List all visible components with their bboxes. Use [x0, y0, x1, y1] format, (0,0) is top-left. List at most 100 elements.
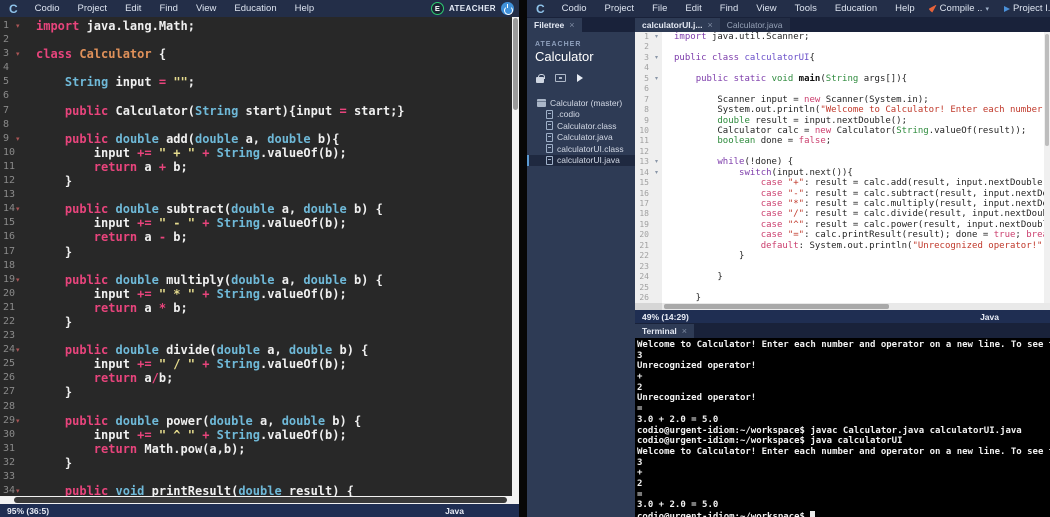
left-menu-items: CodioProjectEditFindViewEducationHelp	[26, 3, 324, 14]
logout-power-icon[interactable]	[501, 2, 514, 15]
tree-item-calculator-class[interactable]: Calculator.class	[527, 120, 635, 132]
filetree-sidebar: Filetree × ATEACHER Calculator Calculato…	[527, 17, 635, 517]
menu-item-edit[interactable]: Edit	[676, 3, 710, 14]
terminal-line: Welcome to Calculator! Enter each number…	[637, 447, 1050, 458]
right-code-editor[interactable]: 1▾import java.util.Scanner;23▾public cla…	[635, 32, 1050, 303]
menu-item-education[interactable]: Education	[826, 3, 886, 14]
filetree-tab[interactable]: Filetree ×	[527, 18, 582, 32]
fold-gutter	[16, 188, 28, 202]
code-line: 32 }	[0, 456, 519, 470]
close-icon[interactable]: ×	[707, 20, 712, 30]
tree-item--codio[interactable]: .codio	[527, 109, 635, 121]
code-line: 1▾import java.util.Scanner;	[635, 32, 1050, 42]
close-icon[interactable]: ×	[569, 20, 574, 30]
fold-gutter	[16, 428, 28, 442]
menu-item-help[interactable]: Help	[286, 3, 324, 14]
fold-arrow-icon[interactable]: ▾	[651, 74, 662, 84]
project-run-button[interactable]: Project I.. ▾	[999, 3, 1050, 14]
right-menu-items: CodioProjectFileEditFindViewToolsEducati…	[553, 3, 924, 14]
code-line: 9 double result = input.nextDouble();	[635, 116, 1050, 126]
code-text: public static void main(String args[]){	[662, 74, 907, 84]
code-text: }	[28, 315, 72, 329]
terminal-line: Unrecognized operator!	[637, 393, 1050, 404]
code-line: 24 }	[635, 272, 1050, 282]
code-text: case "/": result = calc.divide(result, i…	[662, 209, 1050, 219]
fold-arrow-icon[interactable]: ▾	[16, 343, 28, 357]
fold-arrow-icon[interactable]: ▾	[651, 168, 662, 178]
fold-gutter	[16, 61, 28, 75]
code-text	[28, 61, 36, 75]
terminal[interactable]: Welcome to Calculator! Enter each number…	[635, 338, 1050, 517]
right-editor-vscrollbar[interactable]	[1044, 32, 1050, 303]
fold-arrow-icon[interactable]: ▾	[16, 202, 28, 216]
tab-label: Calculator.java	[727, 20, 783, 30]
file-icon	[546, 144, 553, 153]
menu-item-codio[interactable]: Codio	[26, 3, 69, 14]
fold-gutter	[651, 84, 662, 94]
fold-arrow-icon[interactable]: ▾	[16, 47, 28, 61]
menu-item-education[interactable]: Education	[225, 3, 285, 14]
line-number: 21	[635, 241, 651, 251]
tree-item-calculator-java[interactable]: Calculator.java	[527, 132, 635, 144]
menu-item-project[interactable]: Project	[69, 3, 117, 14]
tree-item-calculator-master-[interactable]: Calculator (master)	[527, 97, 635, 109]
line-number: 5	[0, 75, 16, 89]
left-language-mode[interactable]: Java	[445, 506, 464, 516]
compile-button[interactable]: Compile .. ▾	[924, 3, 994, 14]
fold-gutter	[651, 283, 662, 293]
code-line: 21 default: System.out.println("Unrecogn…	[635, 241, 1050, 251]
fold-gutter	[16, 75, 28, 89]
run-play-icon[interactable]	[577, 74, 583, 82]
close-icon[interactable]: ×	[682, 326, 687, 336]
tree-item-calculatorui-class[interactable]: calculatorUI.class	[527, 143, 635, 155]
code-line: 13	[0, 188, 519, 202]
code-text: public double multiply(double a, double …	[28, 273, 383, 287]
editor-tab-calculator-java[interactable]: Calculator.java	[720, 18, 790, 32]
code-line: 15 case "+": result = calc.add(result, i…	[635, 178, 1050, 188]
tree-item-calculatorui-java[interactable]: calculatorUI.java	[527, 155, 635, 167]
fold-arrow-icon[interactable]: ▾	[651, 53, 662, 63]
fold-gutter	[16, 89, 28, 103]
menu-item-file[interactable]: File	[643, 3, 676, 14]
lock-icon[interactable]	[536, 77, 544, 83]
right-editor-hscrollbar[interactable]	[635, 303, 1050, 310]
code-line: 31 return Math.pow(a,b);	[0, 442, 519, 456]
menu-item-find[interactable]: Find	[150, 3, 186, 14]
fold-arrow-icon[interactable]: ▾	[16, 19, 28, 33]
menu-item-view[interactable]: View	[187, 3, 225, 14]
fold-arrow-icon[interactable]: ▾	[16, 484, 28, 496]
menu-item-project[interactable]: Project	[596, 3, 644, 14]
code-text: return a + b;	[28, 160, 188, 174]
menu-item-help[interactable]: Help	[886, 3, 924, 14]
terminal-line: 2	[637, 383, 1050, 394]
left-user-avatar[interactable]: E	[431, 2, 444, 15]
fold-arrow-icon[interactable]: ▾	[16, 273, 28, 287]
code-line: 11 boolean done = false;	[635, 136, 1050, 146]
left-editor-hscrollbar[interactable]	[0, 496, 519, 504]
code-line: 23	[0, 329, 519, 343]
right-language-mode[interactable]: Java	[980, 312, 999, 322]
menu-item-view[interactable]: View	[747, 3, 785, 14]
left-code-editor[interactable]: 1▾import java.lang.Math;23▾class Calcula…	[0, 17, 519, 496]
fold-arrow-icon[interactable]: ▾	[16, 132, 28, 146]
menu-item-tools[interactable]: Tools	[786, 3, 826, 14]
terminal-tab[interactable]: Terminal ×	[635, 324, 694, 338]
line-number: 14	[635, 168, 651, 178]
code-text: case "+": result = calc.add(result, inpu…	[662, 178, 1050, 188]
menu-item-find[interactable]: Find	[711, 3, 747, 14]
fold-gutter	[651, 147, 662, 157]
left-editor-vscrollbar[interactable]	[512, 17, 519, 496]
codio-logo-icon[interactable]: C	[527, 2, 553, 16]
menu-item-edit[interactable]: Edit	[116, 3, 150, 14]
fold-gutter	[16, 329, 28, 343]
preview-monitor-icon[interactable]	[555, 74, 566, 82]
line-number: 12	[635, 147, 651, 157]
menu-item-codio[interactable]: Codio	[553, 3, 596, 14]
editor-tab-calculatorui-j-[interactable]: calculatorUI.j...×	[635, 18, 720, 32]
fold-arrow-icon[interactable]: ▾	[16, 414, 28, 428]
fold-arrow-icon[interactable]: ▾	[651, 157, 662, 167]
codio-logo-icon[interactable]: C	[0, 2, 26, 16]
fold-arrow-icon[interactable]: ▾	[651, 32, 662, 42]
fold-gutter	[16, 118, 28, 132]
left-statusbar: 95% (36:5) Java	[0, 504, 519, 517]
